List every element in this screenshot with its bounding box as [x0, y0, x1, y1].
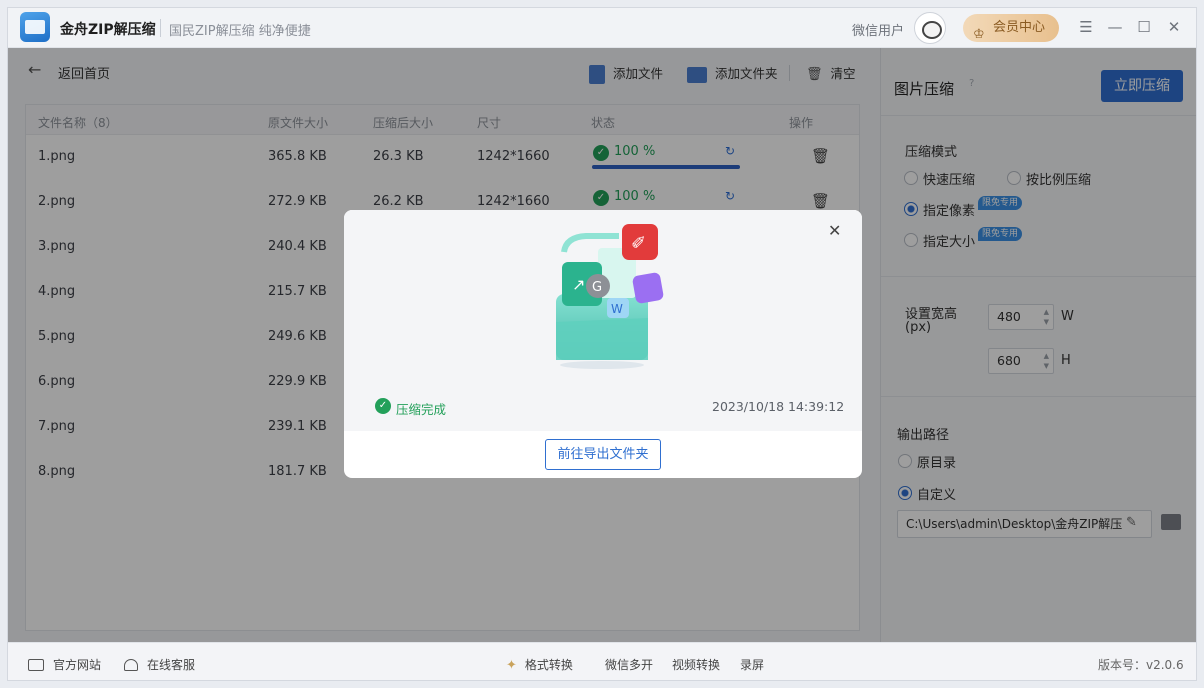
compress-timestamp: 2023/10/18 14:39:12 — [712, 399, 845, 414]
close-window-button[interactable]: ✕ — [1163, 16, 1185, 38]
app-logo-icon — [20, 12, 50, 42]
official-site-link[interactable]: 官方网站 — [28, 656, 101, 673]
success-check-icon: ✓ — [375, 398, 391, 414]
maximize-button[interactable]: ☐ — [1133, 16, 1155, 38]
svg-text:↗: ↗ — [572, 275, 585, 294]
user-avatar[interactable] — [914, 12, 946, 44]
dialog-body: ✕ ↗ ✐ G W ✓ 压缩完成 2023/10/18 14:39:12 — [344, 210, 862, 431]
svg-text:✐: ✐ — [631, 233, 646, 254]
online-support-link[interactable]: 在线客服 — [124, 656, 195, 673]
compress-folder-illustration: ↗ ✐ G W — [556, 224, 664, 369]
crown-icon: ♔ — [973, 27, 985, 42]
close-dialog-button[interactable]: ✕ — [828, 221, 841, 240]
user-name[interactable]: 微信用户 — [852, 20, 904, 39]
open-export-folder-button[interactable]: 前往导出文件夹 — [545, 439, 661, 470]
minimize-button[interactable]: — — [1104, 16, 1126, 38]
compress-status-text: 压缩完成 — [396, 402, 447, 417]
format-convert-link[interactable]: ✦ 格式转换 — [506, 656, 573, 673]
footer-bar: 官方网站 在线客服 ✦ 格式转换 微信多开 视频转换 录屏 版本号：v2.0.6 — [8, 642, 1196, 680]
monitor-icon — [28, 659, 44, 671]
app-title: 金舟ZIP解压缩 — [60, 22, 156, 38]
version-label: 版本号：v2.0.6 — [1098, 658, 1184, 672]
screen-record-link[interactable]: 录屏 — [740, 656, 764, 673]
vip-center-button[interactable]: ♔ 会员中心 — [963, 14, 1059, 42]
app-subtitle: 国民ZIP解压缩 纯净便捷 — [169, 24, 311, 39]
wechat-multi-link[interactable]: 微信多开 — [605, 656, 653, 673]
video-convert-link[interactable]: 视频转换 — [672, 656, 720, 673]
app-window: 金舟ZIP解压缩 国民ZIP解压缩 纯净便捷 微信用户 ♔ 会员中心 ☰ — ☐… — [7, 7, 1197, 681]
compress-complete-dialog: ✕ ↗ ✐ G W ✓ 压缩完成 2023/10/18 14:39:12 前往导… — [344, 210, 862, 478]
title-divider — [160, 19, 161, 37]
format-convert-label: 格式转换 — [524, 658, 573, 672]
title-bar: 金舟ZIP解压缩 国民ZIP解压缩 纯净便捷 微信用户 ♔ 会员中心 ☰ — ☐… — [8, 8, 1196, 48]
vip-center-label: 会员中心 — [993, 20, 1046, 35]
svg-text:W: W — [611, 302, 623, 316]
official-site-label: 官方网站 — [53, 658, 102, 672]
headset-icon — [124, 659, 138, 671]
online-support-label: 在线客服 — [147, 658, 196, 672]
svg-text:G: G — [592, 280, 602, 295]
promo-icon: ✦ — [506, 658, 517, 673]
menu-icon[interactable]: ☰ — [1075, 16, 1097, 38]
